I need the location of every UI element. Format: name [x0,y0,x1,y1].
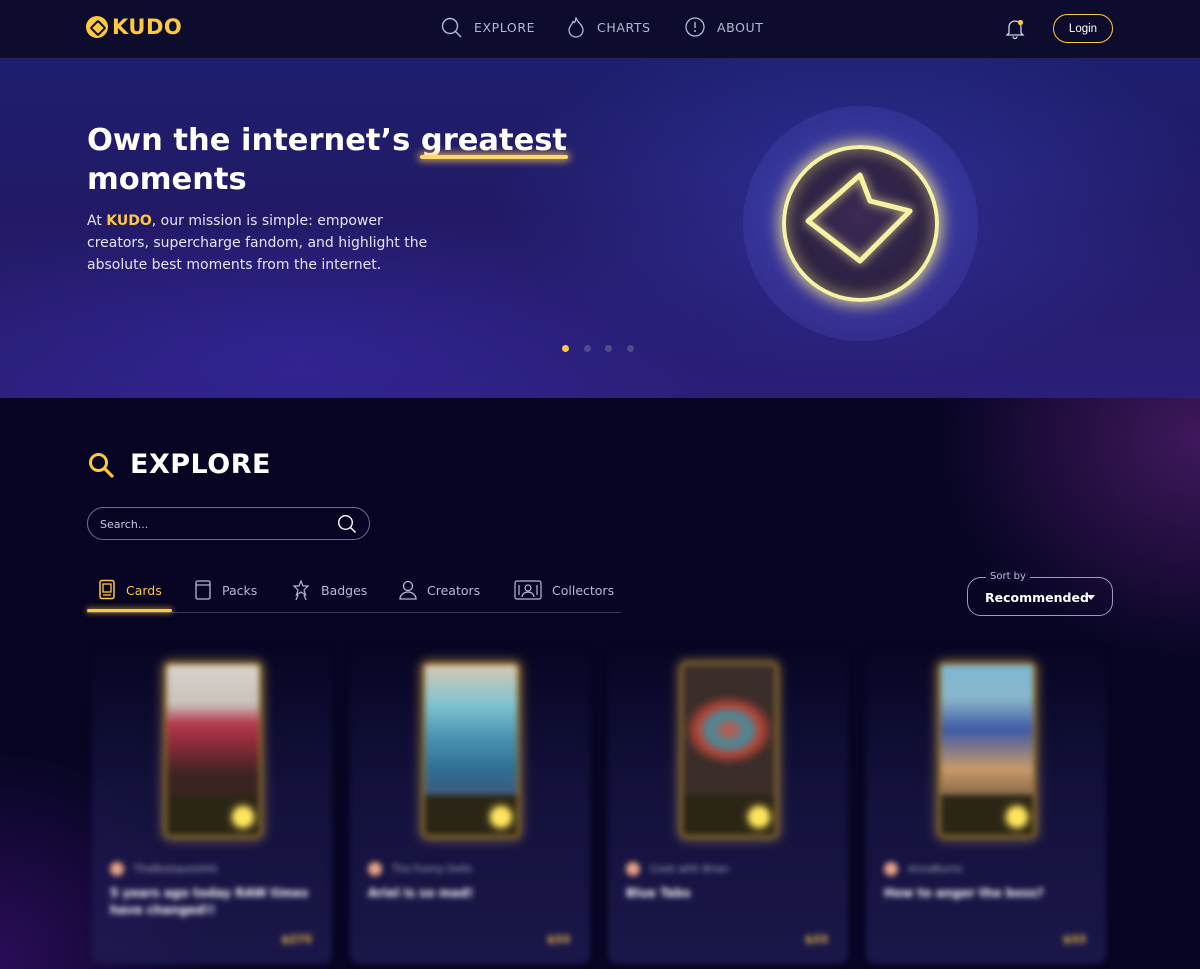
search-icon [89,452,114,478]
nav-item-charts[interactable]: CHARTS [567,17,651,38]
logo-text: KUDO [112,15,183,39]
card-artwork [422,662,520,838]
kudo-coin-illustration [782,145,939,302]
hero-desc-brand: KUDO [106,213,152,229]
search-icon [441,17,462,38]
kudo-logo[interactable]: KUDO [86,15,182,39]
card-item[interactable]: TheBestquestHd 5 years ago today RAW tim… [92,642,332,964]
hero-title: Own the internet’s greatest moments [87,121,607,199]
kudo-coin-icon [805,172,913,264]
creator-name: Cook with Brian [650,863,729,875]
tab-label: Badges [321,582,368,598]
hero-description: At KUDO, our mission is simple: empower … [87,210,447,276]
search-input[interactable] [100,515,330,533]
avatar [884,862,898,876]
card-title: Ariel is so mad! [368,886,474,900]
tab-creators[interactable]: Creators [398,579,480,601]
carousel-dot[interactable] [562,345,569,352]
hero-carousel: Own the internet’s greatest moments At K… [0,59,1200,398]
card-price: $33 [805,933,828,946]
tab-packs[interactable]: Packs [193,579,257,601]
top-nav: KUDO EXPLORE CHARTS ABOUT Login [0,0,1200,59]
card-creator: The Funny Dolls [368,862,472,876]
search-icon[interactable] [337,514,357,534]
active-tab-indicator [87,609,172,612]
notifications-button[interactable] [1004,18,1026,44]
card-creator: TheBestquestHd [110,862,217,876]
card-title: 5 years ago today RAW times have changed… [110,886,309,917]
card-price: $33 [547,933,570,946]
explore-tabs: Cards Packs Badges Creators Collectors [87,576,621,613]
carousel-dot[interactable] [605,345,612,352]
creator-name: The Funny Dolls [392,863,472,875]
carousel-dots [562,345,648,352]
nav-item-label: ABOUT [717,19,764,35]
tab-label: Cards [126,582,162,598]
nav-item-explore[interactable]: EXPLORE [441,17,535,38]
avatar [368,862,382,876]
card-item[interactable]: AnnaBurns How to anger the boss? $33 [866,642,1106,964]
card-item[interactable]: Cook with Brian Blue Tabs $33 [608,642,848,964]
hero-title-highlight: greatest [419,123,569,159]
user-icon [399,580,417,600]
tab-label: Creators [427,582,481,598]
avatar [626,862,640,876]
creator-name: AnnaBurns [908,863,963,875]
card-title: Blue Tabs [626,886,691,900]
logo-mark-icon [86,16,108,38]
collectors-icon [514,580,542,600]
seal-icon [233,807,253,827]
card-creator: Cook with Brian [626,862,729,876]
card-creator: AnnaBurns [884,862,962,876]
card-artwork [938,662,1036,838]
carousel-dot[interactable] [626,345,634,352]
hero-title-pre: Own the internet’s [87,123,421,158]
explore-section: EXPLORE Cards Packs [0,398,1200,969]
creator-name: TheBestquestHd [134,863,217,875]
sort-select[interactable]: Sort by Recommended [967,571,1113,616]
card-artwork [680,662,778,838]
tab-badges[interactable]: Badges [290,579,367,601]
carousel-dot[interactable] [583,345,591,352]
explore-header: EXPLORE [88,449,271,480]
seal-icon [491,807,511,827]
login-button[interactable]: Login [1053,14,1113,43]
explore-heading: EXPLORE [130,449,271,480]
tab-collectors[interactable]: Collectors [513,579,614,601]
hero-title-post: moments [87,162,247,197]
flame-icon [568,17,584,38]
search-box [87,507,370,540]
card-artwork [164,662,262,838]
card-item[interactable]: The Funny Dolls Ariel is so mad! $33 [350,642,590,964]
nav-item-label: EXPLORE [474,20,536,35]
seal-icon [1007,807,1027,827]
nav-item-label: CHARTS [597,20,651,35]
badge-icon [292,579,310,601]
hero-desc-pre: At [87,213,107,229]
caret-down-icon [1087,595,1095,600]
tab-label: Collectors [552,582,615,598]
tab-cards[interactable]: Cards [97,579,162,601]
bell-icon [1005,19,1025,40]
card-icon [99,579,115,600]
card-title: How to anger the boss? [884,886,1044,900]
sort-label: Sort by [986,571,1030,582]
card-price: $33 [1063,933,1086,946]
sort-value: Recommended [985,590,1089,605]
card-price: $275 [281,933,312,946]
nav-item-about[interactable]: ABOUT [685,17,764,37]
pack-icon [195,580,211,600]
info-icon [685,17,705,37]
seal-icon [749,807,769,827]
tab-label: Packs [222,582,258,598]
avatar [110,862,124,876]
